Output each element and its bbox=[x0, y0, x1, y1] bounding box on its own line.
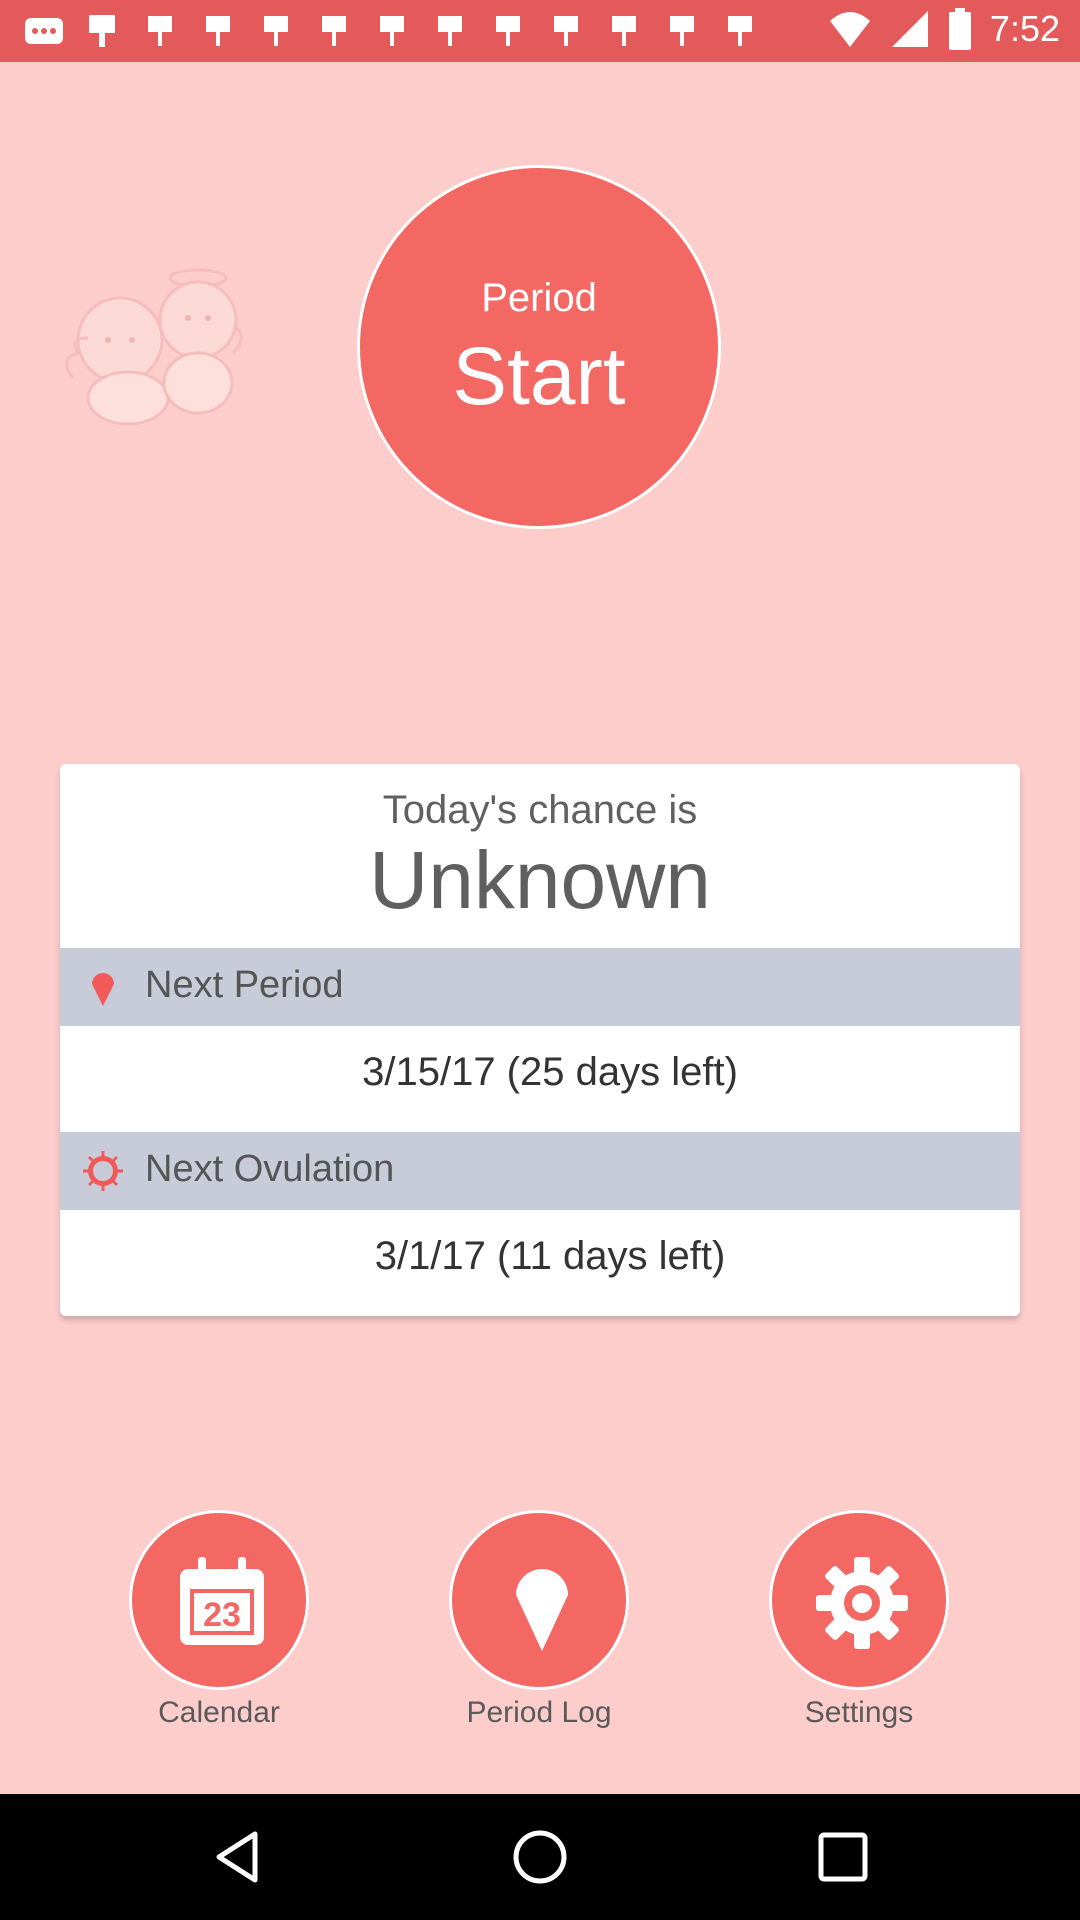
flag-icon bbox=[148, 16, 172, 46]
nav-settings-label: Settings bbox=[804, 1696, 914, 1729]
flag-icon bbox=[206, 16, 230, 46]
flag-icon bbox=[612, 16, 636, 46]
nav-period-log-label: Period Log bbox=[466, 1696, 612, 1729]
status-time: 7:52 bbox=[989, 8, 1060, 49]
back-icon[interactable] bbox=[211, 1828, 269, 1886]
pin-icon bbox=[92, 973, 114, 1006]
nav-calendar-button[interactable]: 23 Calendar bbox=[129, 1510, 309, 1730]
nav-calendar-label: Calendar bbox=[158, 1696, 280, 1729]
flag-icon bbox=[438, 16, 462, 46]
next-ovulation-label: Next Ovulation bbox=[145, 1148, 395, 1190]
wifi-icon bbox=[829, 12, 870, 47]
sun-icon bbox=[83, 1151, 123, 1191]
next-period-header: Next Period bbox=[60, 948, 1020, 1026]
battery-icon bbox=[948, 8, 971, 50]
nav-period-log-button[interactable]: Period Log bbox=[449, 1510, 629, 1730]
angels-illustration bbox=[65, 268, 243, 426]
flag-icon bbox=[496, 16, 520, 46]
flag-icon bbox=[89, 15, 115, 47]
more-icon bbox=[25, 18, 63, 44]
next-ovulation-value: 3/1/17 (11 days left) bbox=[374, 1234, 726, 1278]
calendar-circle[interactable]: 23 bbox=[129, 1510, 309, 1690]
prediction-card: Today's chance is Unknown Next Period 3/… bbox=[60, 764, 1020, 1316]
next-period-value: 3/15/17 (25 days left) bbox=[362, 1050, 738, 1094]
chance-label: Today's chance is bbox=[382, 788, 698, 832]
period-start-button[interactable]: Period Start bbox=[357, 165, 721, 529]
status-bar: 7:52 bbox=[0, 0, 1080, 62]
signal-icon bbox=[891, 11, 928, 47]
flag-icon bbox=[322, 16, 346, 46]
flag-icon bbox=[554, 16, 578, 46]
flag-icon bbox=[380, 16, 404, 46]
calendar-day-text: 23 bbox=[203, 1596, 241, 1634]
pin-icon bbox=[516, 1569, 568, 1651]
gear-icon bbox=[816, 1557, 908, 1649]
period-log-circle[interactable] bbox=[449, 1510, 629, 1690]
settings-circle[interactable] bbox=[769, 1510, 949, 1690]
nav-settings-button[interactable]: Settings bbox=[769, 1510, 949, 1730]
next-period-label: Next Period bbox=[145, 964, 344, 1006]
home-icon[interactable] bbox=[511, 1828, 569, 1886]
flag-icon bbox=[728, 16, 752, 46]
android-nav-bar bbox=[0, 1794, 1080, 1920]
period-start-small-label: Period bbox=[481, 276, 597, 320]
flag-icon bbox=[264, 16, 288, 46]
chance-value: Unknown bbox=[369, 835, 711, 926]
period-start-big-label: Start bbox=[452, 331, 626, 422]
system-status: 7:52 bbox=[828, 8, 1060, 50]
recents-icon[interactable] bbox=[814, 1828, 872, 1886]
next-ovulation-header: Next Ovulation bbox=[60, 1132, 1020, 1210]
calendar-icon: 23 bbox=[180, 1557, 264, 1645]
flag-icon bbox=[670, 16, 694, 46]
notification-icons bbox=[24, 12, 760, 50]
